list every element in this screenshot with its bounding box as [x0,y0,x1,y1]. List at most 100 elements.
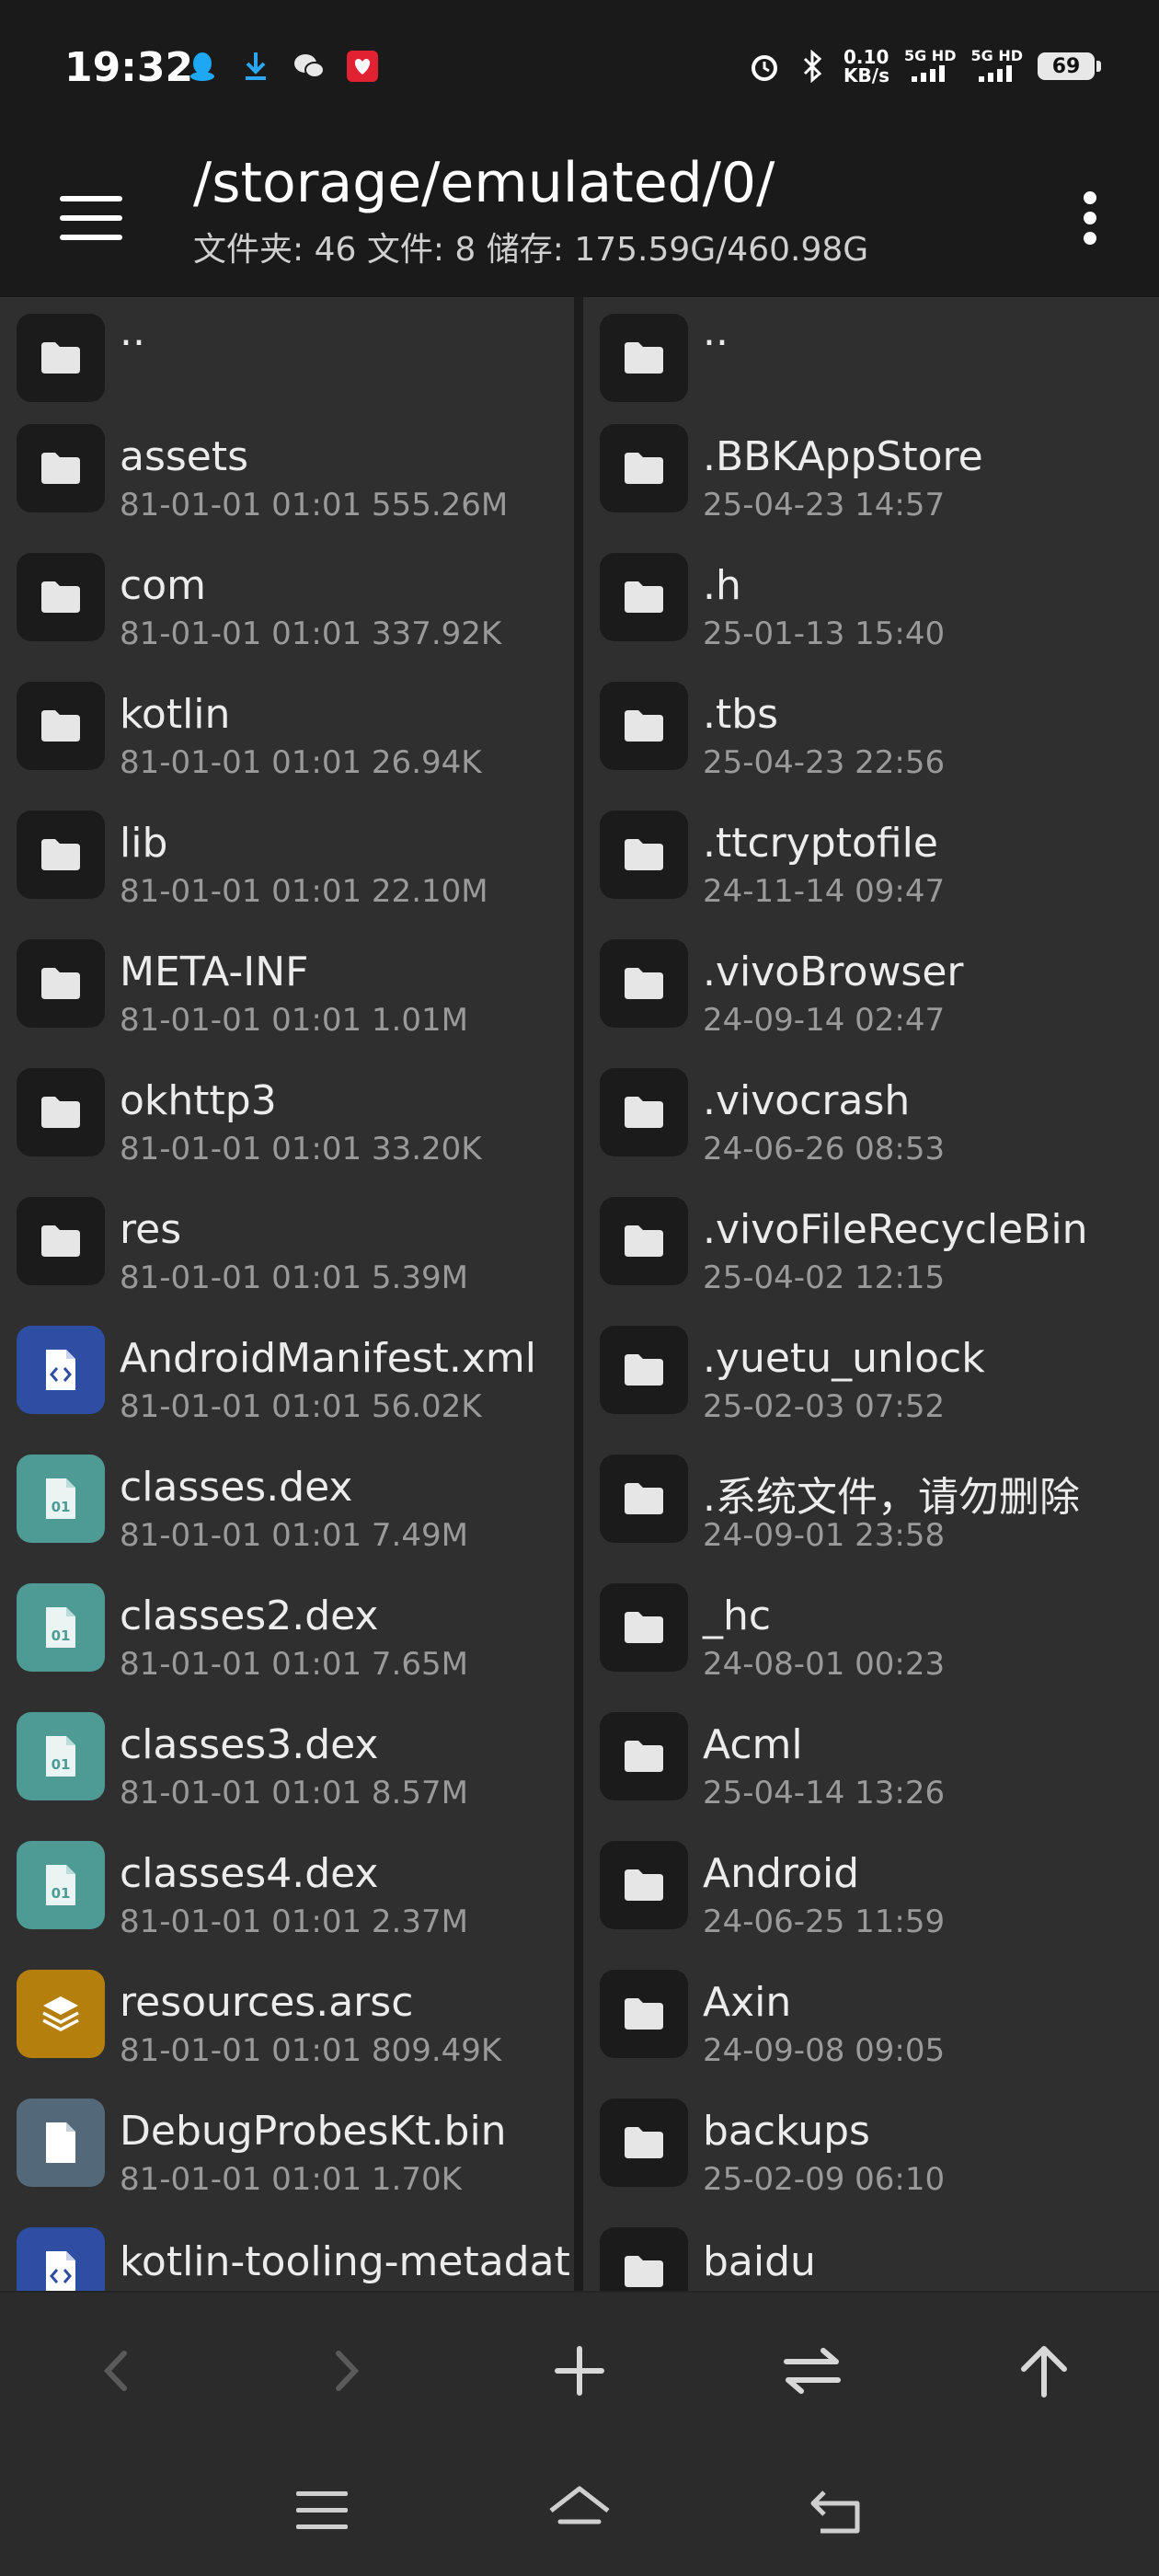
file-name: DebugProbesKt.bin [120,2108,507,2155]
folder-row[interactable]: META-INF 81-01-01 01:01 1.01M [0,923,574,1052]
file-name: com [120,562,206,609]
sim2-signal: 5G HD [970,48,1023,85]
dex-file-icon: 01 [17,1583,105,1672]
swap-panes-button[interactable] [771,2329,854,2412]
folder-icon [17,314,105,402]
left-file-pane[interactable]: .. assets 81-01-01 01:01 555.26M com 81-01-0… [0,297,574,2291]
app-icon [346,50,379,83]
forward-arrow-icon [336,2351,360,2391]
nav-menu-button[interactable] [281,2469,363,2552]
file-name: baidu [703,2238,816,2285]
folder-icon [600,1712,688,1800]
file-meta: 24-08-01 00:23 [703,1646,946,1683]
folder-row[interactable]: .tbs 25-04-23 22:56 [583,665,1159,794]
file-row[interactable]: 01 classes3.dex 81-01-01 01:01 8.57M [0,1696,574,1824]
folder-row[interactable]: kotlin 81-01-01 01:01 26.94K [0,665,574,794]
file-row[interactable]: 01 classes.dex 81-01-01 01:01 7.49M [0,1438,574,1567]
overflow-menu-button[interactable] [1058,177,1122,259]
system-nav-bar [0,2442,1159,2576]
file-name: backups [703,2108,870,2155]
file-name: okhttp3 [120,1077,277,1124]
right-file-pane[interactable]: .. .BBKAppStore 25-04-23 14:57 .h 25-01-13 1… [583,297,1159,2291]
file-meta: 81-01-01 01:01 56.02K [120,1388,482,1425]
nav-home-button[interactable] [538,2469,621,2552]
folder-row[interactable]: res 81-01-01 01:01 5.39M [0,1180,574,1309]
folder-row[interactable]: Acml 25-04-14 13:26 [583,1696,1159,1824]
folder-icon [600,1583,688,1672]
file-row[interactable]: 01 classes4.dex 81-01-01 01:01 2.37M [0,1824,574,1953]
folder-row[interactable]: _hc 24-08-01 00:23 [583,1567,1159,1696]
folder-row[interactable]: com 81-01-01 01:01 337.92K [0,536,574,665]
status-time: 19:32 [64,44,194,91]
file-row[interactable]: 01 classes2.dex 81-01-01 01:01 7.65M [0,1567,574,1696]
folder-icon [600,811,688,899]
file-name: AndroidManifest.xml [120,1335,536,1382]
folder-row[interactable]: okhttp3 81-01-01 01:01 33.20K [0,1052,574,1180]
folder-row[interactable]: .vivocrash 24-06-26 08:53 [583,1052,1159,1180]
folder-row[interactable]: baidu [583,2211,1159,2291]
history-back-button[interactable] [74,2329,156,2412]
folder-row[interactable]: backups 25-02-09 06:10 [583,2082,1159,2211]
folder-icon [600,1068,688,1156]
folder-icon [17,424,105,512]
folder-icon [600,2099,688,2187]
folder-row[interactable]: .. [0,297,574,426]
folder-row[interactable]: .. [583,297,1159,426]
folder-row[interactable]: .ttcryptofile 24-11-14 09:47 [583,794,1159,923]
file-row[interactable]: AndroidManifest.xml 81-01-01 01:01 56.02K [0,1309,574,1438]
file-name: .vivoBrowser [703,949,964,995]
file-name: .vivoFileRecycleBin [703,1206,1088,1253]
folder-row[interactable]: assets 81-01-01 01:01 555.26M [0,408,574,536]
file-name: .系统文件，请勿删除 [703,1474,1080,1521]
bottom-toolbar [0,2291,1159,2444]
folder-row[interactable]: .系统文件，请勿删除 24-09-01 23:58 [583,1438,1159,1567]
folder-icon [600,1455,688,1543]
drawer-menu-button[interactable] [50,177,132,259]
file-meta: 24-09-08 09:05 [703,2032,946,2069]
file-meta: 81-01-01 01:01 8.57M [120,1775,468,1811]
file-meta: 25-01-13 15:40 [703,615,946,652]
file-meta: 81-01-01 01:01 22.10M [120,873,488,910]
folder-icon [600,1841,688,1929]
folder-row[interactable]: .yuetu_unlock 25-02-03 07:52 [583,1309,1159,1438]
folder-row[interactable]: .vivoBrowser 24-09-14 02:47 [583,923,1159,1052]
wechat-icon [293,50,326,83]
file-name: _hc [703,1593,772,1639]
file-name: .. [703,308,729,355]
file-name: .h [703,562,741,609]
xml-file-icon [17,1326,105,1414]
nav-back-button[interactable] [796,2469,878,2552]
dual-pane-browser: .. assets 81-01-01 01:01 555.26M com 81-01-0… [0,297,1159,2291]
file-meta: 81-01-01 01:01 555.26M [120,487,509,523]
file-meta: 25-04-23 22:56 [703,744,946,781]
svg-text:01: 01 [52,1627,71,1644]
folder-row[interactable]: .h 25-01-13 15:40 [583,536,1159,665]
file-name: .. [120,308,145,355]
new-item-button[interactable] [538,2329,621,2412]
folder-row[interactable]: Android 24-06-25 11:59 [583,1824,1159,1953]
alarm-icon [748,50,781,83]
file-row[interactable]: kotlin-tooling-metadat [0,2211,574,2291]
folder-row[interactable]: lib 81-01-01 01:01 22.10M [0,794,574,923]
folder-row[interactable]: .BBKAppStore 25-04-23 14:57 [583,408,1159,536]
folder-row[interactable]: Axin 24-09-08 09:05 [583,1953,1159,2082]
folder-icon [17,1068,105,1156]
hamburger-icon [60,196,122,240]
file-meta: 81-01-01 01:01 7.49M [120,1517,468,1554]
folder-row[interactable]: .vivoFileRecycleBin 25-04-02 12:15 [583,1180,1159,1309]
folder-icon [17,553,105,641]
file-row[interactable]: resources.arsc 81-01-01 01:01 809.49K [0,1953,574,2082]
file-name: Android [703,1850,860,1897]
folder-icon [600,1197,688,1285]
current-path[interactable]: /storage/emulated/0/ [193,151,775,215]
file-name: .BBKAppStore [703,433,983,480]
file-row[interactable]: DebugProbesKt.bin 81-01-01 01:01 1.70K [0,2082,574,2211]
pane-divider[interactable] [574,297,583,2291]
history-forward-button[interactable] [306,2329,389,2412]
download-icon [239,50,272,83]
file-name: classes4.dex [120,1850,379,1897]
swap-icon [784,2348,841,2394]
parent-folder-button[interactable] [1003,2329,1085,2412]
svg-text:01: 01 [52,1499,71,1515]
folder-icon [600,682,688,770]
